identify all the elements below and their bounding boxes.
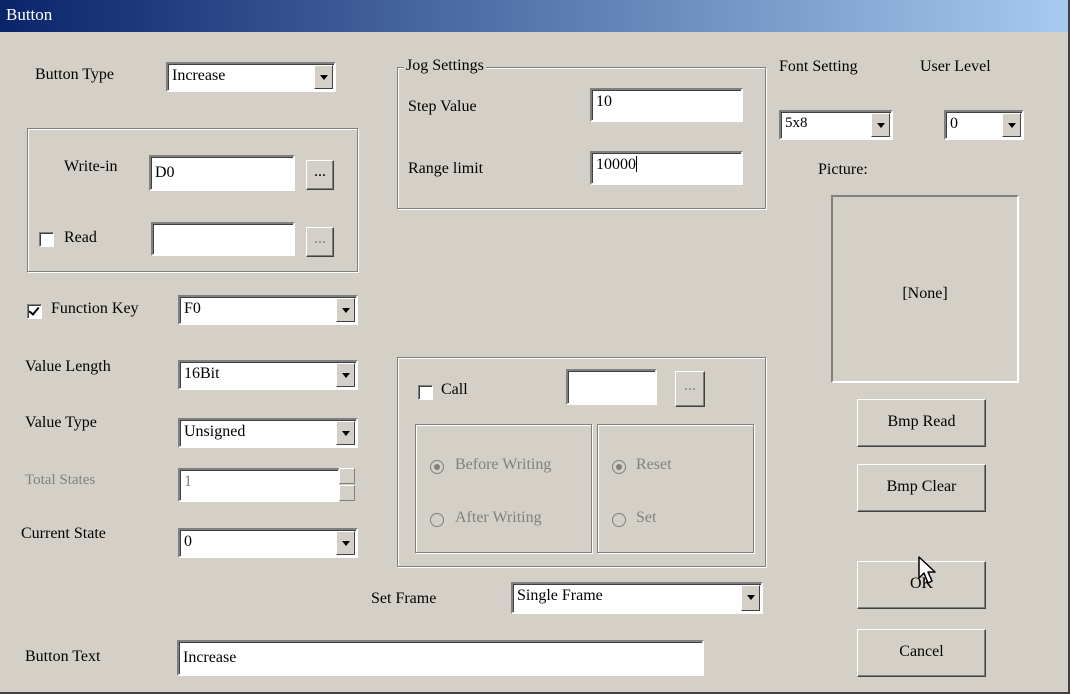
- after-writing-radio[interactable]: [430, 513, 444, 527]
- current-state-select[interactable]: 0: [178, 528, 358, 558]
- picture-preview: [None]: [831, 195, 1019, 383]
- user-level-label: User Level: [920, 58, 991, 75]
- write-in-label: Write-in: [64, 158, 118, 175]
- write-in-input[interactable]: D0: [149, 155, 295, 191]
- set-frame-value: Single Frame: [517, 587, 603, 604]
- total-states-label: Total States: [25, 472, 96, 488]
- set-frame-label: Set Frame: [371, 590, 437, 607]
- current-state-value: 0: [184, 533, 192, 550]
- chevron-down-icon[interactable]: [741, 585, 760, 611]
- chevron-down-icon[interactable]: [871, 113, 890, 137]
- window-title: Button: [6, 5, 53, 24]
- font-setting-label: Font Setting: [779, 58, 858, 75]
- chevron-down-icon[interactable]: [314, 65, 333, 89]
- read-label: Read: [64, 229, 97, 246]
- range-limit-input[interactable]: 10000: [590, 151, 743, 185]
- text-caret: [636, 156, 637, 172]
- picture-label: Picture:: [818, 161, 868, 178]
- reset-radio[interactable]: [612, 460, 626, 474]
- bmp-clear-button[interactable]: Bmp Clear: [857, 464, 986, 512]
- button-dialog: Button Button Type Increase Write-in D0 …: [0, 0, 1070, 694]
- after-writing-label: After Writing: [455, 509, 542, 526]
- button-text-label: Button Text: [25, 648, 101, 665]
- cancel-button[interactable]: Cancel: [857, 629, 986, 677]
- reset-label: Reset: [636, 456, 672, 473]
- spin-up-icon[interactable]: [339, 468, 355, 484]
- call-checkbox[interactable]: [418, 385, 433, 400]
- read-browse-button[interactable]: ...: [306, 227, 334, 257]
- before-writing-label: Before Writing: [455, 456, 552, 473]
- user-level-select[interactable]: 0: [944, 110, 1024, 140]
- bmp-read-button[interactable]: Bmp Read: [857, 399, 986, 447]
- reset-set-group: [597, 424, 754, 553]
- chevron-down-icon[interactable]: [336, 531, 355, 555]
- before-writing-radio[interactable]: [430, 460, 444, 474]
- font-setting-value: 5x8: [785, 115, 808, 131]
- button-type-label: Button Type: [35, 66, 115, 83]
- function-key-value: F0: [184, 300, 201, 317]
- function-key-checkbox[interactable]: [27, 304, 42, 319]
- button-type-select[interactable]: Increase: [166, 62, 336, 92]
- mouse-pointer-icon: [918, 556, 936, 584]
- value-type-label: Value Type: [25, 414, 97, 431]
- call-input[interactable]: [566, 369, 657, 405]
- value-type-select[interactable]: Unsigned: [178, 418, 358, 448]
- value-length-value: 16Bit: [184, 365, 220, 382]
- read-checkbox[interactable]: [39, 232, 54, 247]
- chevron-down-icon[interactable]: [336, 363, 355, 387]
- total-states-spinner[interactable]: [339, 468, 355, 502]
- step-value-label: Step Value: [408, 98, 477, 115]
- call-label: Call: [441, 381, 468, 398]
- picture-value: [None]: [902, 285, 948, 302]
- set-radio[interactable]: [612, 513, 626, 527]
- title-bar: Button: [0, 0, 1068, 32]
- function-key-select[interactable]: F0: [178, 295, 358, 325]
- current-state-label: Current State: [21, 525, 106, 542]
- button-text-input[interactable]: Increase: [177, 640, 704, 676]
- range-limit-label: Range limit: [408, 160, 484, 177]
- user-level-value: 0: [950, 115, 958, 132]
- font-setting-select[interactable]: 5x8: [779, 110, 893, 140]
- set-frame-select[interactable]: Single Frame: [511, 582, 763, 614]
- spin-down-icon[interactable]: [339, 485, 355, 501]
- write-in-browse-button[interactable]: ...: [306, 160, 334, 190]
- function-key-label: Function Key: [51, 300, 139, 317]
- jog-settings-title: Jog Settings: [404, 57, 486, 75]
- step-value-input[interactable]: 10: [590, 88, 743, 122]
- value-length-select[interactable]: 16Bit: [178, 360, 358, 390]
- call-browse-button[interactable]: ...: [675, 371, 705, 407]
- value-type-value: Unsigned: [184, 423, 246, 440]
- value-length-label: Value Length: [25, 358, 111, 375]
- read-input[interactable]: [151, 222, 295, 256]
- total-states-input[interactable]: 1: [178, 468, 340, 502]
- button-type-value: Increase: [172, 67, 226, 84]
- chevron-down-icon[interactable]: [336, 421, 355, 445]
- range-limit-value: 10000: [596, 156, 636, 173]
- chevron-down-icon[interactable]: [1002, 113, 1021, 137]
- write-timing-group: [415, 424, 592, 553]
- set-label: Set: [636, 509, 657, 526]
- chevron-down-icon[interactable]: [336, 298, 355, 322]
